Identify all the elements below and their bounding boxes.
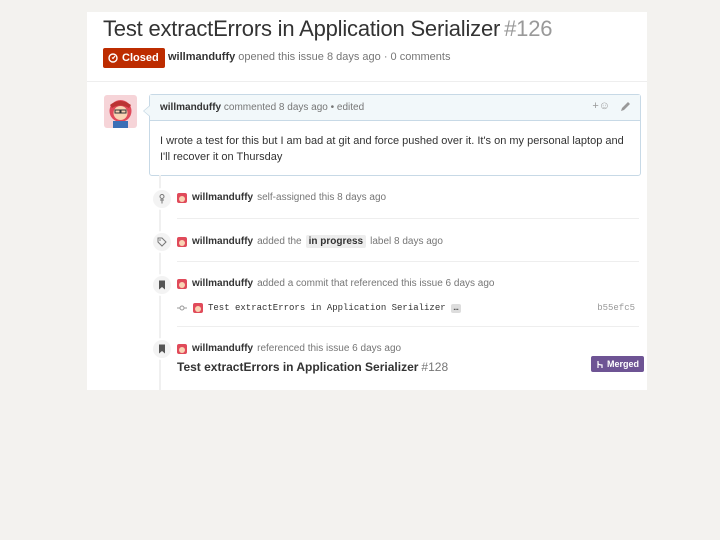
bookmark-icon — [151, 338, 173, 360]
add-reaction-button[interactable]: +☺ — [592, 100, 610, 112]
commit-message[interactable]: Test extractErrors in Application Serial… — [208, 303, 446, 313]
comment-box: willmanduffy commented 8 days ago • edit… — [149, 94, 641, 176]
header-divider — [87, 81, 647, 82]
reference-link[interactable]: Test extractErrors in Application Serial… — [177, 360, 448, 374]
issue-title: Test extractErrors in Application Serial… — [103, 16, 552, 42]
timeline-event-assigned: willmanduffy self-assigned this 8 days ag… — [177, 192, 386, 203]
commit-expand-button[interactable]: … — [450, 303, 462, 313]
commit-sha[interactable]: b55efc5 — [597, 303, 635, 313]
event-text: self-assigned this 8 days ago — [257, 192, 387, 203]
event-text-pre: added the — [257, 236, 302, 247]
event-divider — [177, 326, 639, 327]
event-divider — [177, 261, 639, 262]
event-divider — [177, 218, 639, 219]
avatar[interactable] — [177, 192, 187, 203]
timeline-event-labeled: willmanduffy added the in progress label 8 … — [177, 235, 443, 248]
tag-icon — [151, 231, 173, 253]
status-label: Closed — [122, 52, 159, 64]
comment-author[interactable]: willmanduffy — [160, 102, 221, 113]
comment-meta[interactable]: commented 8 days ago • edited — [224, 102, 364, 113]
avatar[interactable] — [177, 343, 187, 354]
comment-body: I wrote a test for this but I am bad at … — [160, 135, 624, 163]
avatar-image — [104, 95, 137, 128]
timeline-event-referenced: willmanduffy referenced this issue 6 days… — [177, 343, 401, 354]
issue-meta-text: opened this issue 8 days ago · 0 comment… — [238, 51, 451, 63]
status-badge: Closed — [103, 48, 165, 68]
author-link[interactable]: willmanduffy — [168, 51, 235, 63]
pencil-icon[interactable] — [620, 101, 631, 112]
issue-card: Test extractErrors in Application Serial… — [87, 12, 647, 390]
event-user[interactable]: willmanduffy — [192, 192, 253, 203]
merge-icon — [597, 360, 603, 368]
event-text: referenced this issue 6 days ago — [257, 343, 402, 354]
event-text-post: label 8 days ago — [370, 236, 443, 247]
comment-arrow-fill — [144, 106, 150, 116]
issue-closed-icon — [108, 53, 118, 63]
avatar[interactable] — [193, 303, 203, 313]
reference-title: Test extractErrors in Application Serial… — [177, 360, 419, 374]
avatar[interactable] — [104, 95, 137, 128]
commit-icon — [177, 305, 187, 311]
event-user[interactable]: willmanduffy — [192, 278, 253, 289]
label-in-progress[interactable]: in progress — [305, 235, 367, 248]
person-icon — [151, 188, 173, 210]
comment-header: willmanduffy commented 8 days ago • edit… — [150, 95, 640, 121]
event-user[interactable]: willmanduffy — [192, 236, 253, 247]
issue-number: #126 — [504, 16, 553, 41]
reference-number: #128 — [421, 360, 449, 374]
avatar[interactable] — [177, 236, 187, 247]
event-text: added a commit that referenced this issu… — [257, 278, 495, 289]
bookmark-icon — [151, 274, 173, 296]
timeline-event-commit: willmanduffy added a commit that referenc… — [177, 278, 494, 289]
commit-row: Test extractErrors in Application Serial… — [177, 301, 635, 315]
issue-meta: willmanduffy opened this issue 8 days ag… — [168, 51, 450, 63]
merged-badge: Merged — [591, 356, 645, 372]
reaction-label: +☺ — [592, 100, 610, 112]
merged-label: Merged — [607, 359, 640, 369]
avatar[interactable] — [177, 278, 187, 289]
issue-title-text: Test extractErrors in Application Serial… — [103, 16, 501, 41]
event-user[interactable]: willmanduffy — [192, 343, 253, 354]
